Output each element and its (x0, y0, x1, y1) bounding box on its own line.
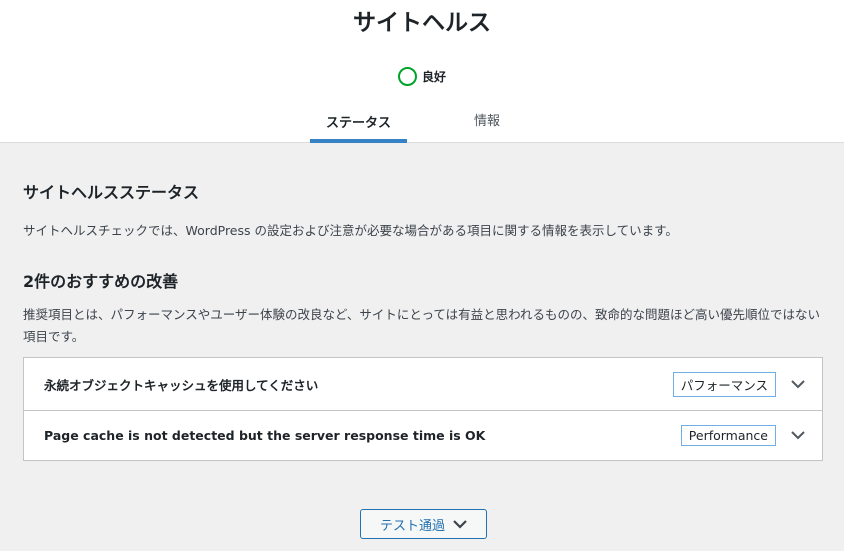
issue-row-object-cache[interactable]: 永続オブジェクトキャッシュを使用してください パフォーマンス (24, 358, 822, 410)
passed-tests-label: テスト通過 (379, 517, 445, 533)
status-good-circle-icon (398, 66, 417, 86)
tab-info[interactable]: 情報 (407, 100, 567, 143)
issue-title: Page cache is not detected but the serve… (44, 428, 486, 443)
issue-title: 永続オブジェクトキャッシュを使用してください (44, 377, 319, 393)
issue-badge: Performance (680, 425, 776, 446)
chevron-down-icon[interactable] (790, 428, 806, 444)
issue-badge: パフォーマンス (672, 371, 776, 397)
recommended-description: 推奨項目とは、パフォーマンスやユーザー体験の改良など、サイトにとっては有益と思わ… (23, 307, 821, 344)
tab-status[interactable]: ステータス (310, 100, 407, 143)
health-status: 良好 (398, 66, 446, 86)
recommended-count-title: 2件のおすすめの改善 (23, 272, 179, 291)
section-title: サイトヘルスステータス (23, 183, 200, 202)
status-label: 良好 (422, 69, 447, 84)
recommended-issues-list: 永続オブジェクトキャッシュを使用してください パフォーマンス Page cach… (23, 357, 823, 461)
page-title: サイトヘルス (353, 10, 491, 36)
section-description: サイトヘルスチェックでは、WordPress の設定および注意が必要な場合がある… (23, 223, 678, 238)
site-health-header: サイトヘルス 良好 ステータス 情報 (0, 0, 844, 143)
chevron-down-icon[interactable] (790, 376, 806, 392)
chevron-down-icon (453, 517, 467, 532)
passed-tests-button[interactable]: テスト通過 (360, 509, 487, 539)
issue-row-page-cache[interactable]: Page cache is not detected but the serve… (24, 410, 822, 460)
tab-nav: ステータス 情報 (310, 100, 567, 143)
